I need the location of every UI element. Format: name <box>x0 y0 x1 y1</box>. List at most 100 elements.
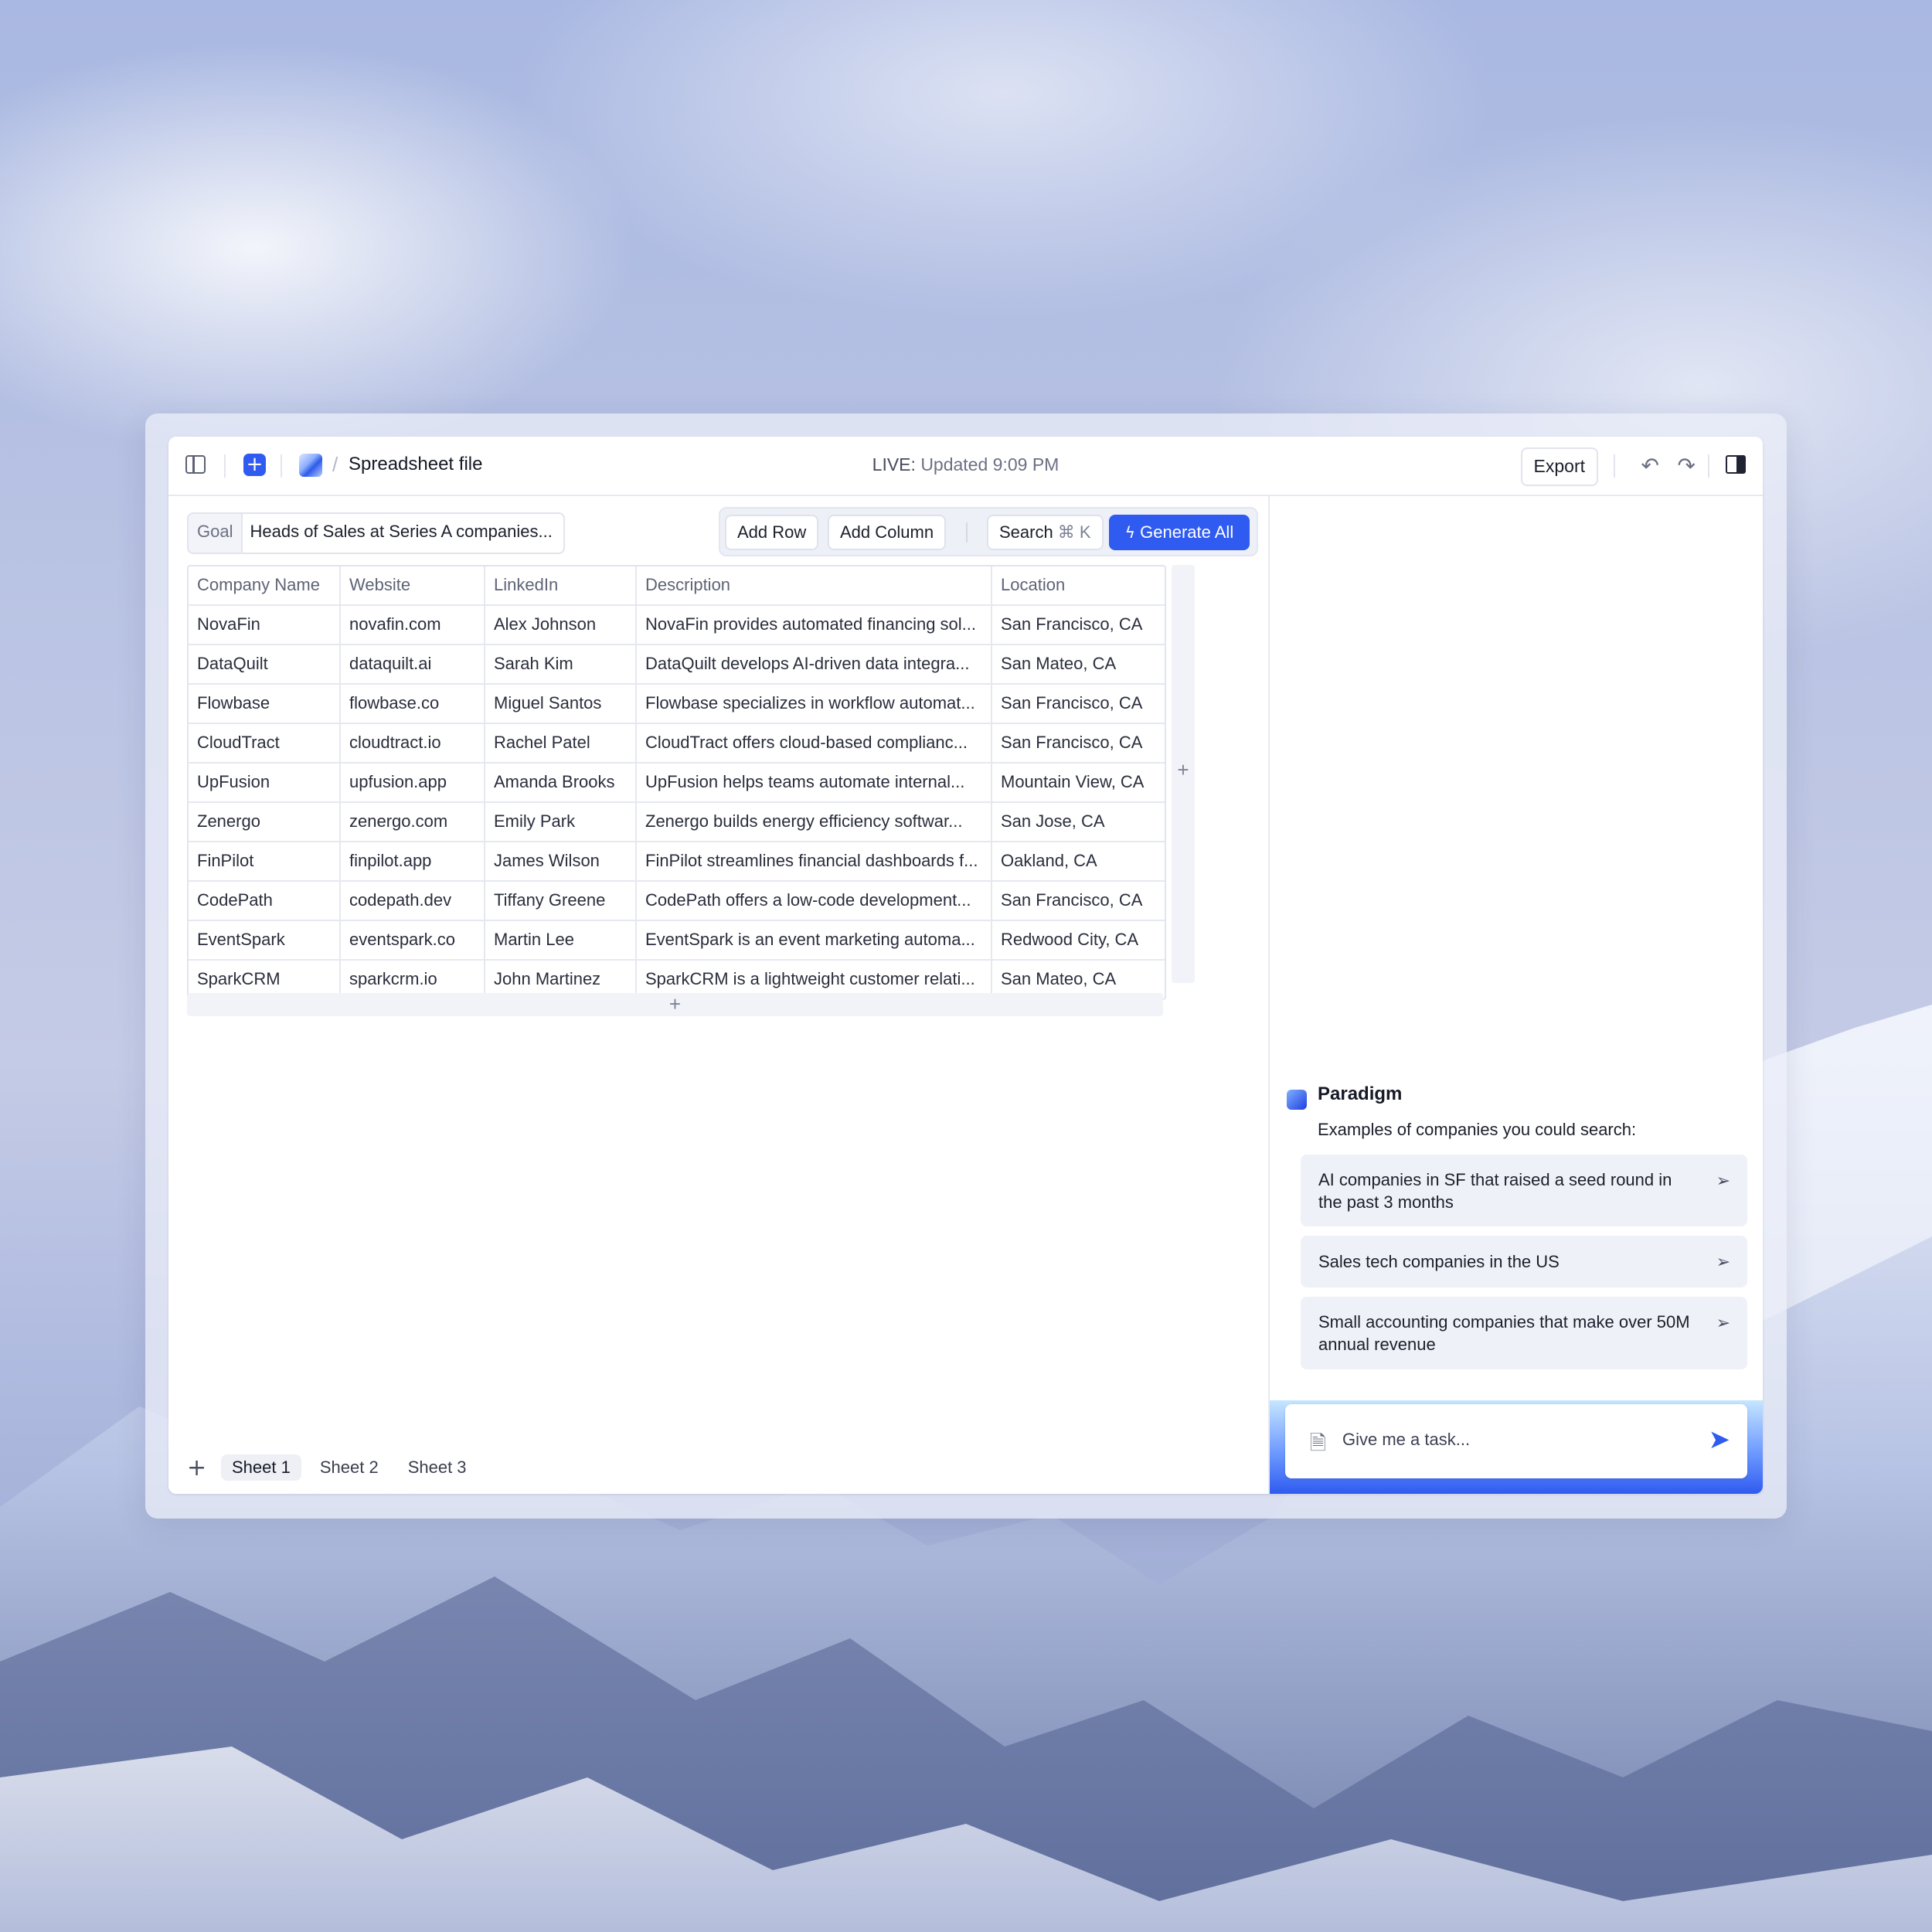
table-cell[interactable]: eventspark.co <box>341 921 485 959</box>
search-button[interactable]: Search ⌘ K <box>987 515 1104 550</box>
redo-icon[interactable]: ↷ <box>1678 453 1696 478</box>
table-cell[interactable]: Zenergo <box>189 803 341 841</box>
send-icon[interactable]: ➢ <box>1716 1251 1730 1274</box>
add-row-button[interactable]: Add Row <box>725 515 819 550</box>
send-icon[interactable]: ➤ <box>1709 1424 1731 1455</box>
sheet-tabs: + Sheet 1 Sheet 2 Sheet 3 <box>187 1453 485 1482</box>
table-cell[interactable]: Zenergo builds energy efficiency softwar… <box>637 803 992 841</box>
tab-sheet-3[interactable]: Sheet 3 <box>397 1454 478 1481</box>
table-cell[interactable]: James Wilson <box>485 842 637 880</box>
table-cell[interactable]: cloudtract.io <box>341 724 485 762</box>
table-cell[interactable]: San Francisco, CA <box>992 606 1163 644</box>
assistant-panel: Paradigm Examples of companies you could… <box>1268 496 1763 1494</box>
add-column-strip[interactable]: + <box>1172 565 1195 983</box>
table-cell[interactable]: CodePath <box>189 882 341 920</box>
table-cell[interactable]: NovaFin provides automated financing sol… <box>637 606 992 644</box>
table-cell[interactable]: novafin.com <box>341 606 485 644</box>
table-row: FinPilot finpilot.app James Wilson FinPi… <box>189 842 1165 882</box>
table-cell[interactable]: San Jose, CA <box>992 803 1163 841</box>
tab-sheet-1[interactable]: Sheet 1 <box>221 1454 301 1481</box>
divider <box>1708 454 1709 478</box>
table-cell[interactable]: Emily Park <box>485 803 637 841</box>
table-cell[interactable]: CloudTract offers cloud-based complianc.… <box>637 724 992 762</box>
table-toolbar: Add Row Add Column Search ⌘ K ϟ Generate … <box>719 507 1258 556</box>
assistant-intro: Examples of companies you could search: <box>1318 1120 1637 1139</box>
search-shortcut: ⌘ K <box>1057 522 1091 542</box>
table-cell[interactable]: Flowbase <box>189 685 341 723</box>
suggestion-card[interactable]: AI companies in SF that raised a seed ro… <box>1301 1155 1747 1226</box>
table-cell[interactable]: Rachel Patel <box>485 724 637 762</box>
task-input[interactable]: 🗎 Give me a task... ➤ <box>1285 1404 1747 1478</box>
goal-value[interactable]: Heads of Sales at Series A companies... <box>243 514 563 553</box>
table-cell[interactable]: FinPilot <box>189 842 341 880</box>
goal-field[interactable]: Goal Heads of Sales at Series A companie… <box>187 512 565 554</box>
task-input-placeholder: Give me a task... <box>1342 1430 1471 1449</box>
search-label: Search <box>999 522 1053 542</box>
table-cell[interactable]: CodePath offers a low-code development..… <box>637 882 992 920</box>
table-row: NovaFin novafin.com Alex Johnson NovaFin… <box>189 606 1165 645</box>
table-cell[interactable]: DataQuilt develops AI-driven data integr… <box>637 645 992 683</box>
table-cell[interactable]: flowbase.co <box>341 685 485 723</box>
paradigm-logo <box>1287 1090 1307 1110</box>
suggestion-card[interactable]: Sales tech companies in the US ➢ <box>1301 1236 1747 1287</box>
tab-sheet-2[interactable]: Sheet 2 <box>309 1454 389 1481</box>
table-cell[interactable]: UpFusion helps teams automate internal..… <box>637 764 992 801</box>
column-header[interactable]: Website <box>341 566 485 604</box>
generate-all-button[interactable]: ϟ Generate All <box>1109 515 1250 550</box>
table-cell[interactable]: Mountain View, CA <box>992 764 1163 801</box>
table-cell[interactable]: DataQuilt <box>189 645 341 683</box>
right-panel-icon[interactable] <box>1726 455 1746 474</box>
add-column-button[interactable]: Add Column <box>828 515 947 550</box>
export-button[interactable]: Export <box>1520 447 1598 486</box>
table-cell[interactable]: Alex Johnson <box>485 606 637 644</box>
table-row: Flowbase flowbase.co Miguel Santos Flowb… <box>189 685 1165 724</box>
table-cell[interactable]: San Francisco, CA <box>992 724 1163 762</box>
table-cell[interactable]: San Francisco, CA <box>992 882 1163 920</box>
table-cell[interactable]: dataquilt.ai <box>341 645 485 683</box>
table-cell[interactable]: codepath.dev <box>341 882 485 920</box>
suggestion-card[interactable]: Small accounting companies that make ove… <box>1301 1297 1747 1369</box>
add-sheet-button[interactable]: + <box>187 1454 210 1481</box>
goal-label: Goal <box>189 514 243 553</box>
generate-all-label: Generate All <box>1140 522 1234 542</box>
document-icon[interactable]: 🗎 <box>1310 1429 1326 1463</box>
table-cell[interactable]: Martin Lee <box>485 921 637 959</box>
divider <box>1614 454 1615 478</box>
table-cell[interactable]: Flowbase specializes in workflow automat… <box>637 685 992 723</box>
plus-icon: + <box>1177 758 1189 781</box>
table-row: CloudTract cloudtract.io Rachel Patel Cl… <box>189 724 1165 764</box>
top-bar: + / Spreadsheet file LIVE: Updated 9:09 … <box>168 437 1763 496</box>
add-row-strip[interactable]: + <box>187 993 1163 1016</box>
spreadsheet-area: Goal Heads of Sales at Series A companie… <box>168 496 1268 1494</box>
table-cell[interactable]: San Francisco, CA <box>992 685 1163 723</box>
table-cell[interactable]: San Mateo, CA <box>992 645 1163 683</box>
table-cell[interactable]: EventSpark is an event marketing automa.… <box>637 921 992 959</box>
table-cell[interactable]: zenergo.com <box>341 803 485 841</box>
column-header[interactable]: LinkedIn <box>485 566 637 604</box>
send-icon[interactable]: ➢ <box>1716 1170 1730 1192</box>
send-icon[interactable]: ➢ <box>1716 1312 1730 1335</box>
table-cell[interactable]: finpilot.app <box>341 842 485 880</box>
table-cell[interactable]: UpFusion <box>189 764 341 801</box>
live-updated-time: Updated 9:09 PM <box>920 454 1060 474</box>
plus-icon: + <box>668 992 682 1015</box>
table-cell[interactable]: CloudTract <box>189 724 341 762</box>
table-cell[interactable]: Sarah Kim <box>485 645 637 683</box>
table-cell[interactable]: upfusion.app <box>341 764 485 801</box>
column-header[interactable]: Location <box>992 566 1163 604</box>
table-cell[interactable]: Redwood City, CA <box>992 921 1163 959</box>
column-header[interactable]: Description <box>637 566 992 604</box>
table-cell[interactable]: FinPilot streamlines financial dashboard… <box>637 842 992 880</box>
table-cell[interactable]: Miguel Santos <box>485 685 637 723</box>
table-row: UpFusion upfusion.app Amanda Brooks UpFu… <box>189 764 1165 803</box>
table-cell[interactable]: Tiffany Greene <box>485 882 637 920</box>
lightning-icon: ϟ <box>1124 523 1135 542</box>
table-cell[interactable]: EventSpark <box>189 921 341 959</box>
suggestion-text: AI companies in SF that raised a seed ro… <box>1318 1169 1672 1212</box>
table-cell[interactable]: Amanda Brooks <box>485 764 637 801</box>
suggestion-text: Sales tech companies in the US <box>1318 1252 1560 1271</box>
table-cell[interactable]: Oakland, CA <box>992 842 1163 880</box>
undo-icon[interactable]: ↶ <box>1641 453 1659 478</box>
table-cell[interactable]: NovaFin <box>189 606 341 644</box>
column-header[interactable]: Company Name <box>189 566 341 604</box>
